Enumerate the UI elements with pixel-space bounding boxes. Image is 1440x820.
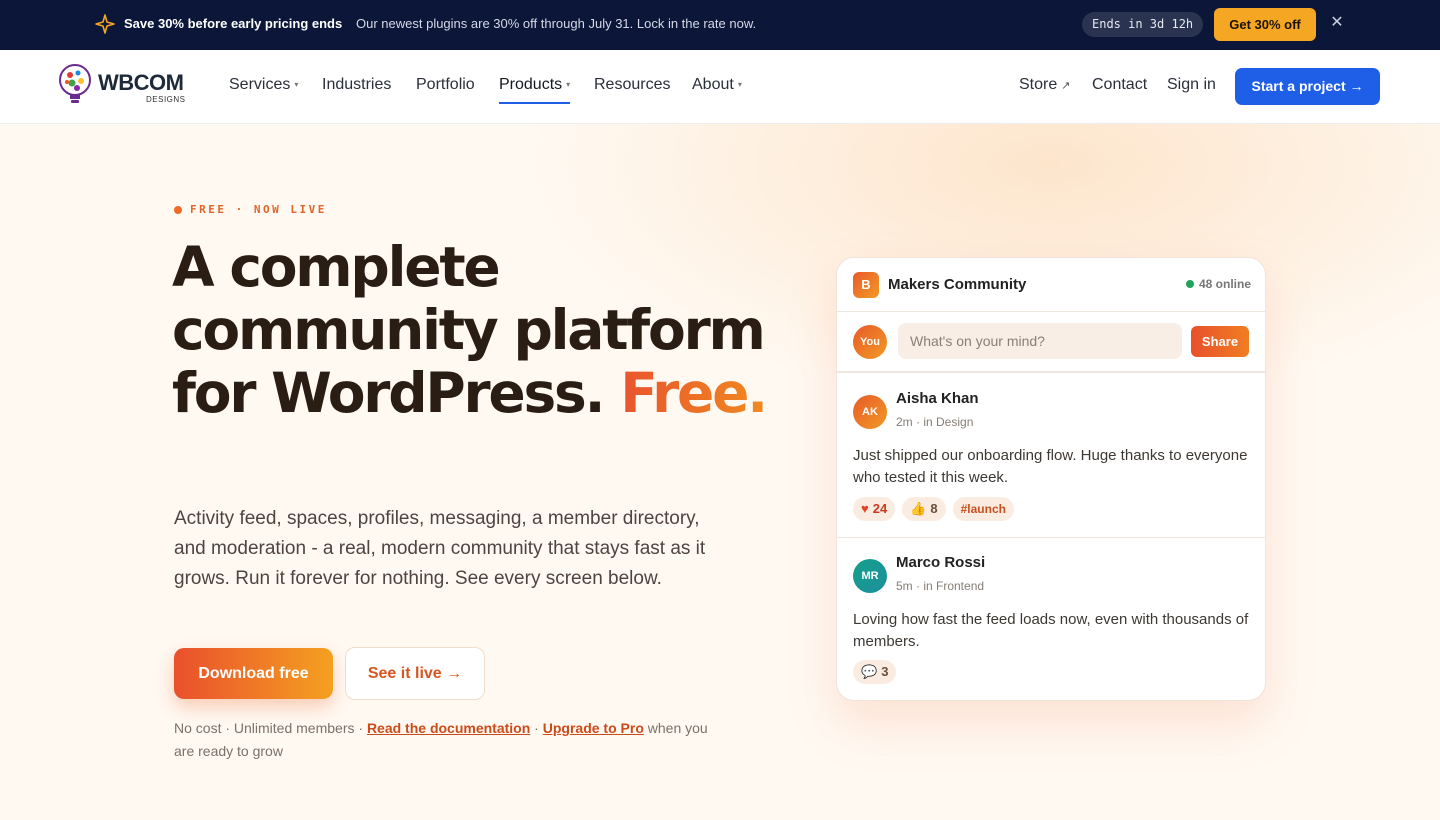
hero-fineprint: No cost · Unlimited members · Read the d… (174, 717, 714, 763)
nav-label: Resources (594, 76, 671, 93)
active-nav-indicator (499, 102, 570, 104)
nav-item-industries[interactable]: Industries (322, 76, 391, 94)
thumbs-reaction[interactable]: 👍 8 (902, 497, 946, 521)
heart-icon: ♥ (861, 501, 869, 516)
card-header: B Makers Community 48 online (837, 258, 1265, 312)
logo-subtitle: DESIGNS (146, 95, 186, 104)
community-preview-card: B Makers Community 48 online You Share A… (836, 257, 1266, 701)
nav-item-resources[interactable]: Resources (594, 76, 670, 94)
nav-label: Portfolio (416, 76, 475, 93)
comment-icon: 💬 (861, 664, 878, 679)
promo-countdown: Ends in 3d 12h (1082, 12, 1204, 37)
post-reactions: 💬 3 (853, 660, 897, 684)
nav-label: Services (229, 76, 291, 93)
share-button[interactable]: Share (1191, 326, 1249, 357)
like-count: 24 (872, 501, 888, 516)
hashtag-chip[interactable]: #launch (952, 497, 1014, 521)
nav-item-services[interactable]: Services ▾ (229, 76, 298, 94)
chevron-down-icon: ▾ (566, 80, 571, 90)
fineprint-separator: · (530, 720, 543, 736)
post-body: Loving how fast the feed loads now, even… (853, 611, 1249, 650)
fineprint-text: No cost · Unlimited members · (174, 720, 367, 736)
chevron-down-icon: ▾ (737, 80, 742, 90)
thumbs-count: 8 (930, 501, 938, 516)
community-title: Makers Community (888, 276, 1027, 293)
feed-post: AK Aisha Khan 2m · in Design Just shippe… (837, 375, 1265, 538)
main-navbar: WBCOM DESIGNS Services ▾ Industries Portf… (0, 50, 1440, 124)
online-label: 48 online (1198, 277, 1251, 291)
comment-count: 3 (881, 664, 889, 679)
compose-bar: You Share (837, 312, 1265, 373)
post-author[interactable]: Aisha Khan (896, 390, 979, 407)
chevron-down-icon: ▾ (294, 80, 299, 90)
promo-headline: Save 30% before early pricing ends (124, 16, 343, 31)
nav-label: About (692, 76, 734, 93)
avatar: You (853, 325, 887, 359)
post-meta: 5m · in Frontend (896, 579, 985, 593)
post-author[interactable]: Marco Rossi (896, 554, 985, 571)
thumbs-up-icon: 👍 (910, 501, 927, 516)
post-reactions: ♥ 24 👍 8 #launch (853, 497, 1014, 521)
see-it-live-button[interactable]: See it live → (345, 647, 485, 700)
online-count: 48 online (1185, 277, 1251, 291)
get-discount-button[interactable]: Get 30% off (1214, 8, 1316, 41)
headline-accent: Free. (620, 361, 768, 425)
promo-text: Our newest plugins are 30% off through J… (356, 16, 757, 31)
avatar[interactable]: MR (853, 559, 887, 593)
hero-eyebrow: FREE · NOW LIVE (174, 203, 327, 216)
close-icon[interactable]: ✕ (1328, 14, 1346, 32)
nav-item-about[interactable]: About ▾ (692, 76, 742, 94)
upgrade-pro-link[interactable]: Upgrade to Pro (543, 720, 644, 736)
logo[interactable]: WBCOM DESIGNS (58, 63, 198, 111)
logo-wordmark: WBCOM (98, 70, 184, 95)
eyebrow-label: FREE · NOW LIVE (190, 203, 327, 216)
community-badge: B (853, 272, 879, 298)
comment-reaction[interactable]: 💬 3 (853, 660, 897, 684)
nav-item-products[interactable]: Products ▾ (499, 76, 570, 94)
feed-post: MR Marco Rossi 5m · in Frontend Loving h… (837, 539, 1265, 700)
sparkle-icon (95, 14, 115, 34)
nav-item-portfolio[interactable]: Portfolio (416, 76, 475, 94)
status-dot-icon (174, 205, 182, 214)
download-free-button[interactable]: Download free (174, 648, 333, 699)
compose-input[interactable] (898, 323, 1182, 359)
hero-section: FREE · NOW LIVE A complete community pla… (0, 124, 1440, 820)
post-body: Just shipped our onboarding flow. Huge t… (853, 447, 1248, 486)
like-reaction[interactable]: ♥ 24 (853, 497, 896, 521)
hero-headline: A complete community platform for WordPr… (172, 236, 772, 425)
nav-label: Products (499, 76, 563, 93)
promo-banner: Save 30% before early pricing ends Our n… (0, 0, 1440, 50)
online-dot-icon (1185, 280, 1194, 288)
hero-subtext: Activity feed, spaces, profiles, messagi… (174, 508, 706, 589)
nav-label: Industries (322, 76, 392, 93)
lightbulb-logo-icon (59, 64, 91, 103)
avatar[interactable]: AK (853, 395, 887, 429)
post-meta: 2m · in Design (896, 415, 974, 429)
documentation-link[interactable]: Read the documentation (367, 720, 530, 736)
